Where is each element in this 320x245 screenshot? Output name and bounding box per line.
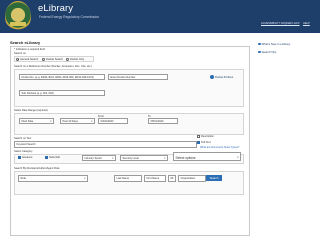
ferc-gov-link[interactable]: FERC.GOV — [286, 22, 300, 25]
docket-number-input[interactable]: Docket No. (e.g. ER11-4044, ER11-4044-00… — [19, 74, 105, 80]
required-note: * Indication a required field — [14, 48, 45, 51]
agency-name: Federal Energy Regulatory Commission — [39, 15, 100, 19]
from-date-input[interactable]: 03/22/2023 — [98, 118, 128, 124]
docket-search-label: Docket Search — [46, 57, 64, 61]
chevron-down-icon: ▾ — [84, 177, 86, 180]
date-range-label: Select Date Range (required) — [14, 109, 48, 112]
role-select[interactable]: Role ▾ — [18, 175, 88, 182]
docket-only-label: Docket Only — [70, 57, 85, 61]
whats-new-label: What's New in eLibrary — [261, 42, 291, 46]
issuance-checkbox[interactable] — [18, 156, 21, 159]
industry-value: Industry Sector — [84, 157, 102, 160]
last-name-input[interactable]: Last Name — [114, 175, 142, 182]
issuance-label: Issuance — [22, 156, 33, 159]
app-title[interactable]: eLibrary — [38, 3, 73, 14]
docket-search-radio[interactable] — [42, 57, 45, 61]
search-button[interactable]: Search — [206, 175, 222, 181]
keyword-search-input[interactable]: Keyword Search — [14, 141, 197, 148]
industry-sector-select[interactable]: Industry Sector ▾ — [82, 155, 116, 161]
docket-prefix-link[interactable]: Docket Prefixes — [215, 76, 233, 79]
fulltext-label: Full Text — [201, 141, 211, 144]
role-value: Role — [20, 177, 26, 180]
chevron-down-icon: ▾ — [237, 155, 239, 159]
middle-initial-input[interactable]: MI — [168, 175, 176, 182]
chevron-down-icon: ▾ — [50, 120, 52, 123]
search-tips-link[interactable]: Search Tips — [258, 50, 276, 54]
to-date-input[interactable]: 05/01/2023 — [148, 118, 178, 124]
date-range-value: Past 40 Days — [62, 120, 78, 123]
first-name-input[interactable]: First Name — [144, 175, 166, 182]
date-range-group — [14, 113, 244, 135]
seal-banner — [10, 22, 26, 26]
whats-new-link[interactable]: What's New in eLibrary — [258, 42, 290, 46]
description-checkbox[interactable] — [197, 135, 200, 138]
chevron-down-icon: ▾ — [164, 157, 166, 160]
search-tips-label: Search Tips — [261, 50, 277, 54]
date-type-select[interactable]: Filed Date ▾ — [19, 118, 54, 124]
docket-number-extra-input[interactable]: Enter Docket Number — [108, 74, 168, 80]
ferc-seal-logo[interactable] — [5, 1, 31, 32]
page-title: Search eLibrary — [10, 40, 41, 45]
search-on-label: Search on — [14, 52, 26, 55]
help-icon — [258, 50, 261, 54]
class-select-value: Select options — [175, 155, 196, 160]
site-header: eLibrary Federal Energy Regulatory Commi… — [0, 0, 320, 33]
help-link[interactable]: HELP — [303, 22, 310, 25]
organization-input[interactable]: Organization — [178, 175, 206, 182]
security-level-select[interactable]: Security Level ▾ — [120, 155, 168, 161]
accessibility-link[interactable]: ACCESSIBILITY FAQ — [261, 22, 286, 25]
chevron-down-icon: ▾ — [91, 120, 93, 123]
security-value: Security Level — [122, 157, 139, 160]
category-label: Select Category — [14, 150, 33, 153]
description-label: Description — [201, 135, 214, 138]
text-search-label: Search on Text — [14, 137, 32, 140]
chevron-down-icon: ▾ — [112, 157, 114, 160]
docket-prefix-icon — [210, 75, 214, 79]
fulltext-checkbox[interactable] — [197, 141, 200, 144]
docket-section-label: Search on a Reference Number (Docket, Ac… — [14, 65, 92, 68]
general-search-label: General Search — [20, 57, 39, 61]
class-type-select[interactable]: Select options ▾ — [173, 152, 241, 161]
affiliation-label: Search By Recipient/Author/Agent Role — [14, 167, 60, 170]
date-range-select[interactable]: Past 40 Days ▾ — [60, 118, 95, 124]
info-icon — [258, 42, 261, 46]
doc-class-link[interactable]: What are Document Class Types? — [200, 146, 239, 149]
submittal-checkbox[interactable] — [45, 156, 48, 159]
submittal-label: Submittal — [49, 156, 60, 159]
date-type-value: Filed Date — [21, 120, 34, 123]
subdocket-input[interactable]: Sub Dockets (e.g. 001, 002) — [19, 90, 105, 96]
docket-only-radio[interactable] — [66, 57, 69, 61]
general-search-radio[interactable] — [16, 57, 19, 61]
